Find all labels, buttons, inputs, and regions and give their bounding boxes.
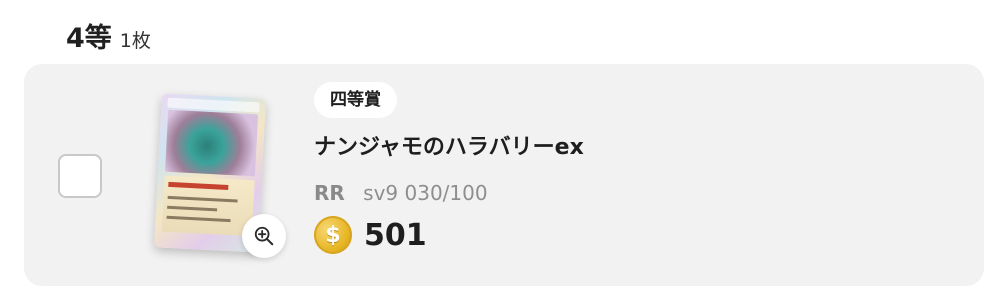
- rank-count: 1枚: [119, 30, 151, 52]
- card-image-text-line: [167, 195, 238, 203]
- card-meta: RR sv9 030/100: [314, 180, 584, 206]
- card-price: 501: [364, 217, 427, 253]
- card-rarity: RR: [314, 181, 345, 205]
- select-checkbox[interactable]: [58, 154, 102, 198]
- rank-title: 4等: [66, 23, 112, 54]
- card-name: ナンジャモのハラバリーex: [314, 135, 584, 160]
- section-header: 4等 1枚: [66, 16, 151, 55]
- card-image-text-line: [167, 205, 218, 212]
- price-row: $ 501: [314, 216, 584, 254]
- card-row: 四等賞 ナンジャモのハラバリーex RR sv9 030/100 $ 501: [24, 64, 984, 286]
- zoom-button[interactable]: [242, 214, 286, 258]
- card-set-number: sv9 030/100: [363, 181, 488, 205]
- card-image-text-line: [166, 215, 231, 223]
- coin-icon: $: [314, 216, 352, 254]
- zoom-in-icon: [254, 226, 274, 246]
- card-image-art: [165, 109, 259, 177]
- card-image-attack-bar: [168, 181, 229, 190]
- card-image-text-area: [161, 175, 255, 237]
- card-info: 四等賞 ナンジャモのハラバリーex RR sv9 030/100 $ 501: [314, 82, 584, 254]
- prize-badge: 四等賞: [314, 82, 397, 118]
